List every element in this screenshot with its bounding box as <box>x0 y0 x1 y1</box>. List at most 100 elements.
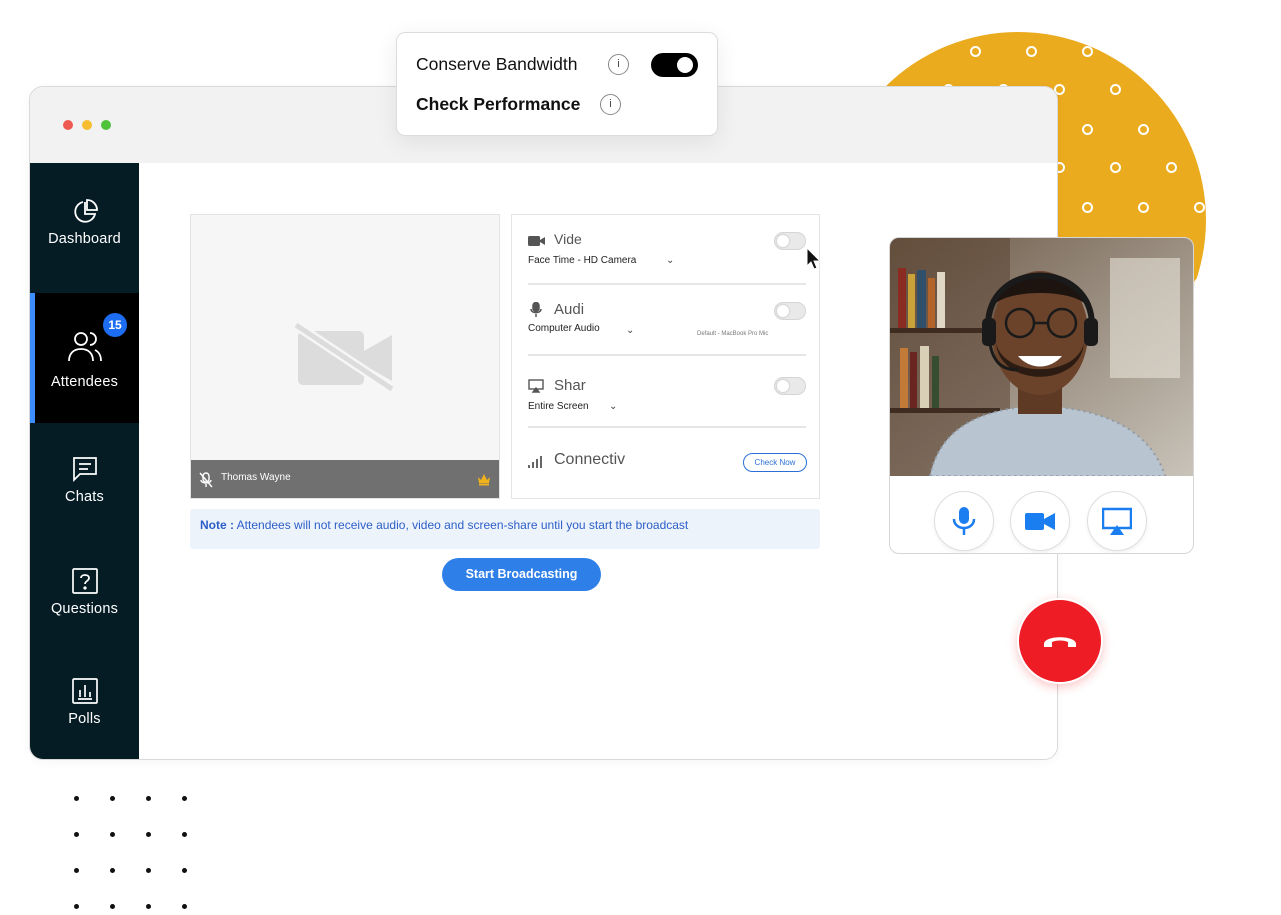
decorative-dot <box>182 832 187 837</box>
decorative-ring <box>1082 124 1093 135</box>
video-toggle[interactable] <box>774 232 806 250</box>
close-window-button[interactable] <box>63 120 73 130</box>
chat-icon <box>30 455 139 489</box>
decorative-dot <box>110 868 115 873</box>
sidebar-item-polls[interactable]: Polls <box>30 677 139 737</box>
mic-off-icon[interactable] <box>199 472 213 493</box>
conserve-bandwidth-toggle[interactable] <box>651 53 698 77</box>
decorative-dot <box>182 868 187 873</box>
decorative-ring <box>1082 202 1093 213</box>
decorative-ring <box>1194 354 1205 365</box>
av-settings-panel: Vide Face Time - HD Camera ⌄ Audi Comput… <box>511 214 820 499</box>
active-indicator <box>30 293 35 423</box>
sidebar-item-label: Dashboard <box>48 231 121 247</box>
sidebar-item-chats[interactable]: Chats <box>30 455 139 515</box>
decorative-dot <box>182 904 187 909</box>
chevron-down-icon[interactable]: ⌄ <box>666 255 674 266</box>
microphone-icon <box>530 301 542 323</box>
decorative-dot <box>110 796 115 801</box>
microphone-button[interactable] <box>934 491 994 551</box>
divider <box>528 426 806 428</box>
audio-subdevice: Default - MacBook Pro Mic <box>697 331 769 337</box>
pie-chart-icon <box>30 197 139 231</box>
share-source-select[interactable]: Entire Screen <box>528 401 589 412</box>
video-off-icon <box>292 320 398 398</box>
chevron-down-icon[interactable]: ⌄ <box>626 325 634 336</box>
poll-icon <box>30 677 139 711</box>
decorative-ring <box>1166 84 1177 95</box>
note-text: Attendees will not receive audio, video … <box>236 518 689 532</box>
info-icon[interactable]: i <box>600 94 621 115</box>
info-icon[interactable]: i <box>608 54 629 75</box>
minimize-window-button[interactable] <box>82 120 92 130</box>
participant-video <box>890 238 1193 476</box>
audio-device-select[interactable]: Computer Audio <box>528 323 600 334</box>
bandwidth-popup: Conserve Bandwidth i Check Performance i <box>396 32 718 136</box>
decorative-dot <box>110 832 115 837</box>
camera-button[interactable] <box>1010 491 1070 551</box>
sidebar-item-label: Attendees <box>50 374 119 390</box>
decorative-dot <box>74 868 79 873</box>
audio-setting-title: Audi <box>554 301 585 318</box>
preview-name-bar: Thomas Wayne <box>191 460 499 498</box>
users-icon <box>66 329 104 368</box>
decorative-ring <box>1026 46 1037 57</box>
decorative-dot <box>74 796 79 801</box>
decorative-ring <box>1194 46 1205 57</box>
decorative-ring <box>1138 124 1149 135</box>
video-camera-icon <box>528 234 546 252</box>
maximize-window-button[interactable] <box>101 120 111 130</box>
conserve-bandwidth-label: Conserve Bandwidth <box>416 54 578 74</box>
decorative-dot <box>74 832 79 837</box>
decorative-dot <box>182 796 187 801</box>
decorative-ring <box>1138 202 1149 213</box>
broadcast-note: Note : Attendees will not receive audio,… <box>190 509 820 549</box>
audio-setting-row: Audi Computer Audio ⌄ Default - MacBook … <box>528 301 806 341</box>
audio-toggle[interactable] <box>774 302 806 320</box>
screen-share-button[interactable] <box>1087 491 1147 551</box>
sidebar-item-label: Chats <box>65 489 104 505</box>
decorative-dot <box>146 832 151 837</box>
question-icon <box>30 567 139 601</box>
decorative-ring <box>1194 124 1205 135</box>
divider <box>528 283 806 285</box>
decorative-ring <box>1138 46 1149 57</box>
decorative-ring <box>1082 46 1093 57</box>
sidebar-item-label: Questions <box>50 601 119 617</box>
sidebar-item-dashboard[interactable]: Dashboard <box>30 197 139 267</box>
screen-share-icon <box>528 379 544 398</box>
decorative-dot <box>146 796 151 801</box>
end-call-button[interactable] <box>1017 598 1103 684</box>
decorative-ring <box>1110 84 1121 95</box>
sidebar: Dashboard 15 Attendees Chats Questions P… <box>30 163 139 759</box>
divider <box>528 354 806 356</box>
decorative-ring <box>970 46 981 57</box>
decorative-dot <box>74 904 79 909</box>
share-setting-row: Shar Entire Screen ⌄ <box>528 377 806 417</box>
decorative-ring <box>915 46 926 57</box>
start-broadcasting-button[interactable]: Start Broadcasting <box>442 558 601 591</box>
chevron-down-icon[interactable]: ⌄ <box>609 401 617 412</box>
attendee-count-badge: 15 <box>103 313 127 337</box>
sidebar-item-attendees[interactable]: 15 Attendees <box>30 293 139 423</box>
check-performance-link[interactable]: Check Performance <box>416 94 580 115</box>
crown-icon <box>477 472 491 491</box>
sidebar-item-questions[interactable]: Questions <box>30 567 139 627</box>
decorative-ring <box>1110 162 1121 173</box>
decorative-ring <box>1194 278 1205 289</box>
share-setting-title: Shar <box>554 377 586 394</box>
decorative-dot <box>110 904 115 909</box>
note-prefix: Note : <box>200 518 234 532</box>
camera-preview: Thomas Wayne <box>190 214 500 499</box>
video-call-card <box>889 237 1194 554</box>
decorative-ring <box>1166 162 1177 173</box>
presenter-name: Thomas Wayne <box>221 472 291 483</box>
mouse-cursor-icon <box>806 246 822 276</box>
decorative-ring <box>1194 202 1205 213</box>
check-now-button[interactable]: Check Now <box>743 453 807 472</box>
share-toggle[interactable] <box>774 377 806 395</box>
video-setting-row: Vide Face Time - HD Camera ⌄ <box>528 231 806 271</box>
video-setting-title: Vide <box>554 231 582 247</box>
sidebar-item-label: Polls <box>68 711 101 727</box>
video-device-select[interactable]: Face Time - HD Camera <box>528 255 636 266</box>
